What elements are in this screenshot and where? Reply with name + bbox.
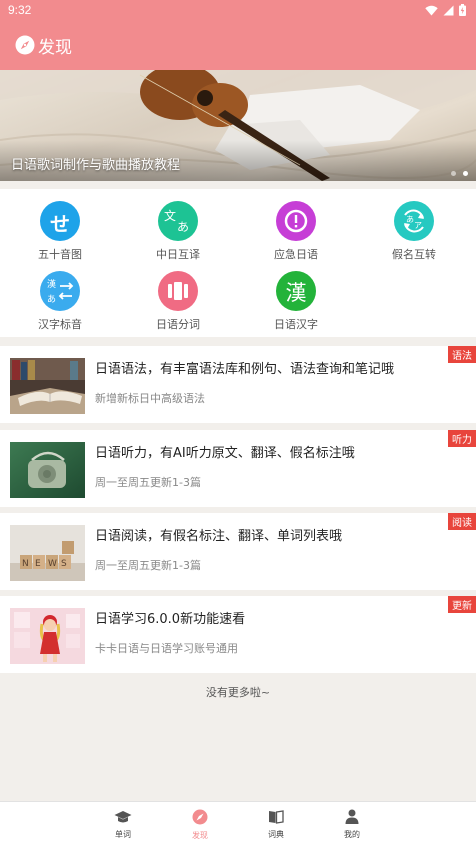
alert-icon [276,201,316,241]
article-tag: 更新 [448,596,476,613]
radio-thumb [10,442,85,498]
tab-discover[interactable]: 发现 [180,809,220,841]
article-card-listening[interactable]: 日语听力，有AI听力原文、翻译、假名标注哦 周一至周五更新1-3篇 听力 [0,430,476,507]
kanji-icon: 漢 [276,271,316,311]
status-time: 9:32 [8,3,32,17]
article-subtitle: 卡卡日语与日语学习账号通用 [95,642,238,655]
tab-dictionary[interactable]: 词典 [256,809,296,840]
article-card-reading[interactable]: NEWS 日语阅读，有假名标注、翻译、单词列表哦 周一至周五更新1-3篇 阅读 [0,513,476,590]
tab-label: 我的 [344,830,360,839]
wifi-icon [425,5,438,15]
tab-label: 词典 [268,830,284,839]
feature-kanji-phonetic[interactable]: 漢 あ 汉字标音 [10,271,110,332]
kana-convert-icon: あ ア [394,201,434,241]
banner-carousel[interactable]: 日语歌词制作与歌曲播放教程 [0,70,476,181]
katakana-se-icon: せ [40,201,80,241]
compass-icon [192,809,208,825]
feature-fifty-sounds[interactable]: せ 五十音图 [10,201,110,262]
kanji-phonetic-icon: 漢 あ [40,271,80,311]
segment-icon [158,271,198,311]
article-title: 日语阅读，有假名标注、翻译、单词列表哦 [95,529,343,544]
tab-label: 单词 [115,830,131,839]
banner-dot [451,171,456,176]
compass-icon [15,35,35,55]
banner-dot-active [463,171,468,176]
book-icon [269,810,284,824]
svg-text:N: N [22,559,29,569]
feature-translate[interactable]: 文 あ 中日互译 [128,201,228,262]
article-title: 日语语法，有丰富语法库和例句、语法查询和笔记哦 [95,362,395,377]
feature-grid: せ 五十音图 文 あ 中日互译 应急日语 あ ア 假名互转 漢 あ 汉字标音 日… [0,189,476,337]
feature-label: 应急日语 [274,248,318,261]
news-blocks-thumb: NEWS [10,525,85,581]
svg-text:E: E [35,559,41,569]
tab-label: 发现 [192,831,208,840]
feature-label: 日语汉字 [274,318,318,331]
feature-label: 汉字标音 [38,318,82,331]
system-icons [425,4,466,16]
page-title: 发现 [38,38,72,58]
feature-emergency[interactable]: 应急日语 [246,201,346,262]
bottom-tab-bar: 单词 发现 词典 我的 [0,801,476,846]
status-bar: 9:32 [0,0,476,22]
tab-words[interactable]: 单词 [103,809,143,840]
article-tag: 语法 [448,346,476,363]
signal-icon [443,5,454,15]
article-tag: 听力 [448,430,476,447]
translate-icon: 文 あ [158,201,198,241]
no-more-text: 没有更多啦~ [205,686,271,699]
feature-label: 假名互转 [392,248,436,261]
svg-text:S: S [61,559,67,569]
article-tag: 阅读 [448,513,476,530]
app-bar: 发现 [0,22,476,70]
article-subtitle: 周一至周五更新1-3篇 [95,559,201,572]
feature-label: 日语分词 [156,318,200,331]
article-card-grammar[interactable]: 日语语法，有丰富语法库和例句、语法查询和笔记哦 新增新标日中高级语法 语法 [0,346,476,423]
person-icon [345,809,359,824]
article-title: 日语听力，有AI听力原文、翻译、假名标注哦 [95,446,355,461]
tab-me[interactable]: 我的 [332,809,372,840]
article-card-update[interactable]: 日语学习6.0.0新功能速看 卡卡日语与日语学习账号通用 更新 [0,596,476,673]
svg-text:W: W [48,559,57,569]
books-thumb [10,358,85,414]
feature-segment[interactable]: 日语分词 [128,271,228,332]
article-subtitle: 周一至周五更新1-3篇 [95,476,201,489]
banner-caption: 日语歌词制作与歌曲播放教程 [11,158,181,173]
feature-kanji[interactable]: 漢 日语汉字 [246,271,346,332]
graduation-cap-icon [114,811,132,823]
battery-icon [459,4,466,16]
banner-indicator [451,171,468,176]
feature-label: 五十音图 [38,248,82,261]
feature-label: 中日互译 [156,248,200,261]
anime-girl-thumb [10,608,85,664]
article-subtitle: 新增新标日中高级语法 [95,392,205,405]
feature-kana-convert[interactable]: あ ア 假名互转 [364,201,464,262]
article-title: 日语学习6.0.0新功能速看 [95,612,246,627]
